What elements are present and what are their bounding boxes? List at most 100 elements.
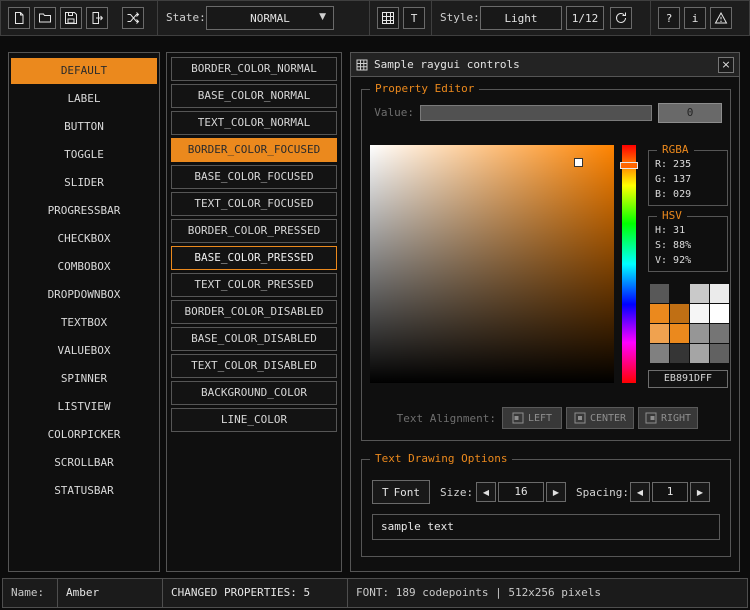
control-item-colorpicker[interactable]: COLORPICKER [11,422,157,448]
size-value-box[interactable]: 16 [498,482,544,502]
control-item-valuebox[interactable]: VALUEBOX [11,338,157,364]
rgba-title: RGBA [657,143,694,157]
property-item-border-color-focused[interactable]: BORDER_COLOR_FOCUSED [171,138,337,162]
arrow-right-icon: ▶ [553,488,559,497]
property-item-text-color-normal[interactable]: TEXT_COLOR_NORMAL [171,111,337,135]
control-item-spinner[interactable]: SPINNER [11,366,157,392]
close-window-button[interactable]: × [718,57,734,73]
control-item-default[interactable]: DEFAULT [11,58,157,84]
color-swatch[interactable] [690,284,709,303]
control-item-scrollbar[interactable]: SCROLLBAR [11,450,157,476]
property-item-text-color-pressed[interactable]: TEXT_COLOR_PRESSED [171,273,337,297]
color-picker-marker[interactable] [574,158,583,167]
style-table-view-button[interactable] [377,7,399,29]
properties-list: BORDER_COLOR_NORMAL BASE_COLOR_NORMAL TE… [166,52,342,572]
align-right-button[interactable]: RIGHT [638,407,698,429]
text-drawing-options-title: Text Drawing Options [370,452,512,466]
help-button[interactable]: ? [658,7,680,29]
warning-icon [714,11,728,25]
arrow-right-icon: ▶ [697,488,703,497]
color-swatch[interactable] [650,284,669,303]
color-swatch[interactable] [690,304,709,323]
color-swatch[interactable] [650,324,669,343]
hue-cursor[interactable] [620,162,638,169]
question-icon: ? [666,12,673,25]
hue-bar[interactable] [622,145,636,383]
grid-icon [381,11,395,25]
align-center-button[interactable]: CENTER [566,407,634,429]
value-box[interactable]: 0 [658,103,722,123]
sample-text-input[interactable]: sample text [372,514,720,540]
rgba-group: RGBA R: 235 G: 137 B: 029 [648,150,728,206]
rgba-blue-value: B: 029 [649,187,727,202]
font-atlas-view-button[interactable]: T [403,7,425,29]
status-font-info: FONT: 189 codepoints | 512x256 pixels [347,578,748,608]
style-counter[interactable]: 1/12 [566,6,604,30]
property-item-text-color-disabled[interactable]: TEXT_COLOR_DISABLED [171,354,337,378]
size-increase-button[interactable]: ▶ [546,482,566,502]
color-swatch[interactable] [670,284,689,303]
property-item-text-color-focused[interactable]: TEXT_COLOR_FOCUSED [171,192,337,216]
shuffle-icon [126,11,140,25]
spacing-increase-button[interactable]: ▶ [690,482,710,502]
font-button[interactable]: T Font [372,480,430,504]
color-swatch[interactable] [690,324,709,343]
property-item-border-color-normal[interactable]: BORDER_COLOR_NORMAL [171,57,337,81]
color-swatch[interactable] [650,304,669,323]
control-item-progressbar[interactable]: PROGRESSBAR [11,198,157,224]
new-file-button[interactable] [8,7,30,29]
property-item-border-color-disabled[interactable]: BORDER_COLOR_DISABLED [171,300,337,324]
color-swatch[interactable] [710,284,729,303]
sample-controls-window: Sample raygui controls × Property Editor… [350,52,740,572]
spacing-value-box[interactable]: 1 [652,482,688,502]
reload-icon [614,11,628,25]
control-item-label[interactable]: LABEL [11,86,157,112]
property-item-line-color[interactable]: LINE_COLOR [171,408,337,432]
control-item-button[interactable]: BUTTON [11,114,157,140]
property-item-base-color-disabled[interactable]: BASE_COLOR_DISABLED [171,327,337,351]
color-swatch[interactable] [710,344,729,363]
hsv-saturation-value: S: 88% [649,238,727,253]
size-label: Size: [440,486,473,499]
open-file-button[interactable] [34,7,56,29]
state-dropdown[interactable]: NORMAL ▼ [206,6,334,30]
color-swatch[interactable] [670,344,689,363]
control-item-listview[interactable]: LISTVIEW [11,394,157,420]
control-item-checkbox[interactable]: CHECKBOX [11,226,157,252]
control-item-slider[interactable]: SLIDER [11,170,157,196]
value-slider[interactable] [420,105,652,121]
property-item-base-color-pressed[interactable]: BASE_COLOR_PRESSED [171,246,337,270]
color-swatch[interactable] [710,304,729,323]
property-item-base-color-focused[interactable]: BASE_COLOR_FOCUSED [171,165,337,189]
issue-report-button[interactable] [710,7,732,29]
property-editor-group: Property Editor Value: 0 RGBA R: 235 G: … [361,89,731,441]
random-style-button[interactable] [122,7,144,29]
export-file-button[interactable] [86,7,108,29]
rguistyler-app: State: NORMAL ▼ T Style: Light 1/12 ? [0,0,750,610]
control-item-statusbar[interactable]: STATUSBAR [11,478,157,504]
window-titlebar[interactable]: Sample raygui controls × [351,53,739,77]
align-left-button[interactable]: LEFT [502,407,562,429]
spacing-decrease-button[interactable]: ◀ [630,482,650,502]
color-swatch[interactable] [670,304,689,323]
color-swatch[interactable] [650,344,669,363]
property-item-base-color-normal[interactable]: BASE_COLOR_NORMAL [171,84,337,108]
info-button[interactable]: i [684,7,706,29]
control-item-toggle[interactable]: TOGGLE [11,142,157,168]
property-item-border-color-pressed[interactable]: BORDER_COLOR_PRESSED [171,219,337,243]
color-saturation-value-picker[interactable] [370,145,614,383]
hex-color-input[interactable]: EB891DFF [648,370,728,388]
control-item-dropdownbox[interactable]: DROPDOWNBOX [11,282,157,308]
reload-style-button[interactable] [610,7,632,29]
color-swatch[interactable] [710,324,729,343]
hsv-hue-value: H: 31 [649,223,727,238]
size-decrease-button[interactable]: ◀ [476,482,496,502]
style-name-button[interactable]: Light [480,6,562,30]
color-swatch[interactable] [690,344,709,363]
save-file-button[interactable] [60,7,82,29]
control-item-combobox[interactable]: COMBOBOX [11,254,157,280]
color-swatch[interactable] [670,324,689,343]
toolbar: State: NORMAL ▼ T Style: Light 1/12 ? [0,0,750,36]
control-item-textbox[interactable]: TEXTBOX [11,310,157,336]
property-item-background-color[interactable]: BACKGROUND_COLOR [171,381,337,405]
